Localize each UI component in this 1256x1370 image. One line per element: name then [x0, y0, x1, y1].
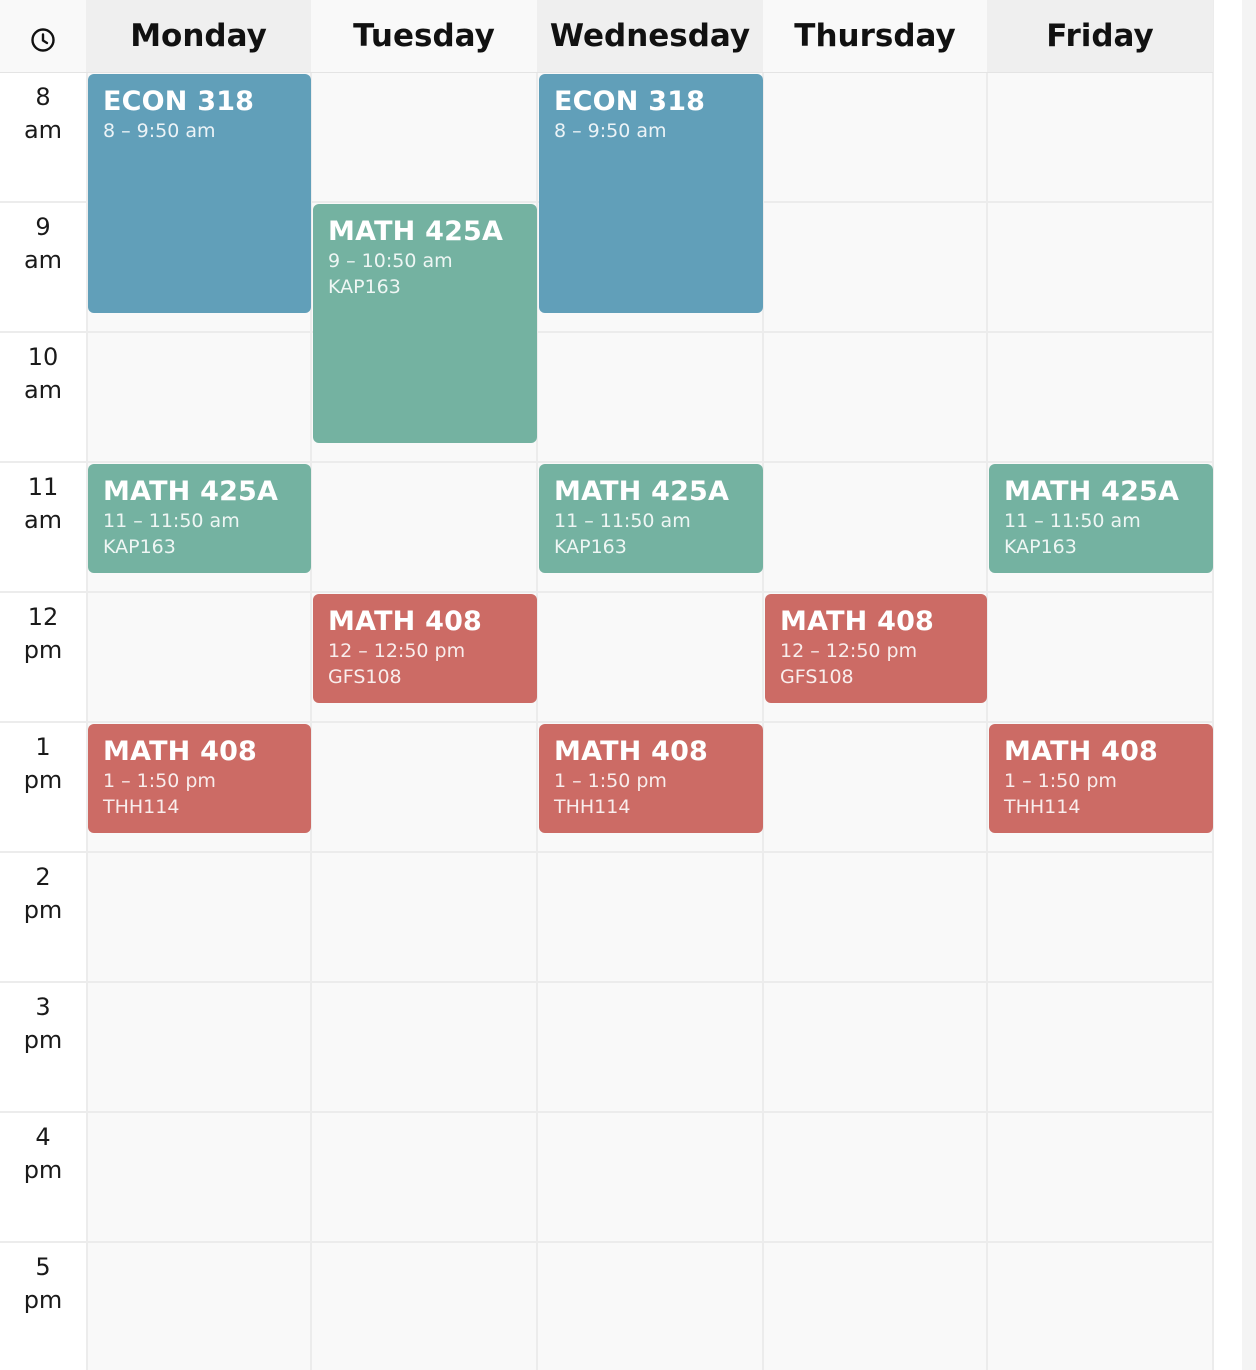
event-course-title: MATH 408 — [328, 606, 483, 637]
hour-divider — [0, 1111, 1214, 1113]
event-room: THH114 — [554, 796, 631, 818]
day-header-wednesday: Wednesday — [537, 0, 763, 73]
event-course-title: MATH 425A — [1004, 476, 1180, 507]
class-event[interactable]: MATH 408 1 – 1:50 pm THH114 — [88, 724, 311, 833]
event-time: 9 – 10:50 am — [328, 250, 453, 272]
time-hour: 3 — [35, 993, 51, 1021]
clock-header-cell — [0, 0, 86, 73]
day-header-tuesday: Tuesday — [311, 0, 537, 73]
column-divider — [1212, 0, 1214, 1370]
time-period: pm — [23, 896, 63, 924]
event-course-title: MATH 408 — [780, 606, 935, 637]
time-label: 11 am — [0, 471, 86, 537]
time-hour: 10 — [27, 343, 59, 371]
event-room: THH114 — [103, 796, 180, 818]
event-course-title: MATH 425A — [554, 476, 730, 507]
class-event[interactable]: MATH 408 12 – 12:50 pm GFS108 — [313, 594, 537, 703]
event-room: KAP163 — [1004, 536, 1077, 558]
class-event[interactable]: MATH 425A 11 – 11:50 am KAP163 — [88, 464, 311, 573]
time-label: 9 am — [0, 211, 86, 277]
event-room: GFS108 — [780, 666, 854, 688]
time-label: 10 am — [0, 341, 86, 407]
class-event[interactable]: MATH 408 12 – 12:50 pm GFS108 — [765, 594, 987, 703]
hour-divider — [0, 461, 1214, 463]
day-header-friday: Friday — [987, 0, 1213, 73]
time-period: pm — [23, 636, 63, 664]
time-period: pm — [23, 1156, 63, 1184]
class-event[interactable]: MATH 408 1 – 1:50 pm THH114 — [989, 724, 1213, 833]
event-time: 8 – 9:50 am — [554, 120, 667, 142]
time-period: pm — [23, 766, 63, 794]
class-event[interactable]: MATH 425A 11 – 11:50 am KAP163 — [989, 464, 1213, 573]
event-course-title: MATH 408 — [103, 736, 258, 767]
event-course-title: ECON 318 — [103, 86, 255, 117]
day-header-monday: Monday — [86, 0, 311, 73]
time-period: am — [23, 246, 63, 274]
weekly-calendar: Monday Tuesday Wednesday Thursday Friday 8 am 9… — [0, 0, 1214, 1370]
class-event[interactable]: ECON 318 8 – 9:50 am — [539, 74, 763, 313]
event-time: 11 – 11:50 am — [554, 510, 691, 532]
time-label: 5 pm — [0, 1251, 86, 1317]
hour-divider — [0, 981, 1214, 983]
event-room: KAP163 — [554, 536, 627, 558]
time-period: pm — [23, 1026, 63, 1054]
time-hour: 4 — [35, 1123, 51, 1151]
event-course-title: ECON 318 — [554, 86, 706, 117]
event-room: GFS108 — [328, 666, 402, 688]
class-event[interactable]: ECON 318 8 – 9:50 am — [88, 74, 311, 313]
event-course-title: MATH 425A — [328, 216, 504, 247]
time-period: am — [23, 116, 63, 144]
time-label: 2 pm — [0, 861, 86, 927]
time-period: am — [23, 376, 63, 404]
event-time: 1 – 1:50 pm — [554, 770, 667, 792]
hour-divider — [0, 721, 1214, 723]
event-room: THH114 — [1004, 796, 1081, 818]
time-label: 3 pm — [0, 991, 86, 1057]
time-hour: 2 — [35, 863, 51, 891]
scrollbar-track[interactable] — [1242, 0, 1256, 1370]
time-label: 8 am — [0, 81, 86, 147]
event-course-title: MATH 425A — [103, 476, 279, 507]
time-label: 4 pm — [0, 1121, 86, 1187]
time-period: pm — [23, 1286, 63, 1314]
class-event[interactable]: MATH 408 1 – 1:50 pm THH114 — [539, 724, 763, 833]
event-course-title: MATH 408 — [554, 736, 709, 767]
time-hour: 12 — [27, 603, 59, 631]
time-period: am — [23, 506, 63, 534]
time-label: 12 pm — [0, 601, 86, 667]
event-time: 12 – 12:50 pm — [328, 640, 466, 662]
time-label: 1 pm — [0, 731, 86, 797]
event-room: KAP163 — [328, 276, 401, 298]
time-hour: 11 — [27, 473, 59, 501]
time-hour: 9 — [35, 213, 51, 241]
event-course-title: MATH 408 — [1004, 736, 1159, 767]
clock-icon — [31, 28, 55, 52]
hour-divider — [0, 851, 1214, 853]
event-time: 1 – 1:50 pm — [1004, 770, 1117, 792]
hour-divider — [0, 1241, 1214, 1243]
class-event[interactable]: MATH 425A 9 – 10:50 am KAP163 — [313, 204, 537, 443]
event-room: KAP163 — [103, 536, 176, 558]
event-time: 8 – 9:50 am — [103, 120, 216, 142]
class-event[interactable]: MATH 425A 11 – 11:50 am KAP163 — [539, 464, 763, 573]
event-time: 11 – 11:50 am — [103, 510, 240, 532]
hour-divider — [0, 591, 1214, 593]
event-time: 12 – 12:50 pm — [780, 640, 918, 662]
time-hour: 1 — [35, 733, 51, 761]
time-hour: 8 — [35, 83, 51, 111]
event-time: 1 – 1:50 pm — [103, 770, 216, 792]
day-header-thursday: Thursday — [763, 0, 987, 73]
hour-divider — [0, 331, 1214, 333]
time-hour: 5 — [35, 1253, 51, 1281]
event-time: 11 – 11:50 am — [1004, 510, 1141, 532]
